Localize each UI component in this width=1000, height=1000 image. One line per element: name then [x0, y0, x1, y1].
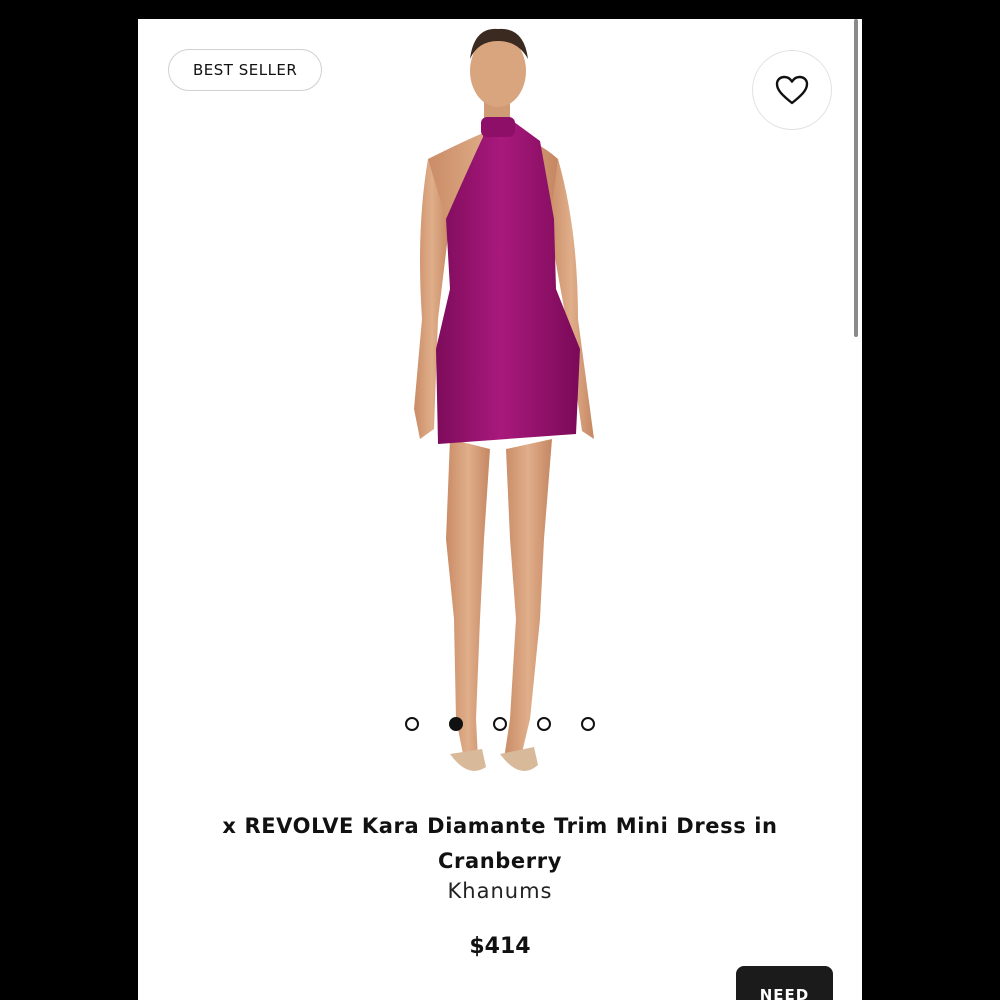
- product-title: x REVOLVE Kara Diamante Trim Mini Dress …: [222, 814, 778, 873]
- product-page[interactable]: BEST SELLER x REVOLVE Kara Diamante Trim…: [138, 19, 862, 1000]
- carousel-dot-2[interactable]: [449, 717, 463, 731]
- carousel-dot-5[interactable]: [581, 717, 595, 731]
- product-price: $414: [469, 934, 531, 959]
- carousel-dot-4[interactable]: [537, 717, 551, 731]
- best-seller-badge: BEST SELLER: [168, 49, 323, 91]
- need-help-button[interactable]: NEED: [736, 966, 833, 1000]
- scrollbar[interactable]: [854, 19, 858, 337]
- carousel-dot-1[interactable]: [405, 717, 419, 731]
- model-illustration: [414, 28, 594, 771]
- product-image[interactable]: BEST SELLER: [138, 19, 862, 799]
- carousel-dot-3[interactable]: [493, 717, 507, 731]
- favorite-button[interactable]: [752, 50, 832, 130]
- phone-frame: BEST SELLER x REVOLVE Kara Diamante Trim…: [0, 0, 1000, 1000]
- carousel-dots: [138, 717, 862, 731]
- product-brand[interactable]: Khanums: [138, 879, 862, 903]
- heart-outline-icon: [775, 75, 809, 105]
- status-bar: [138, 0, 862, 19]
